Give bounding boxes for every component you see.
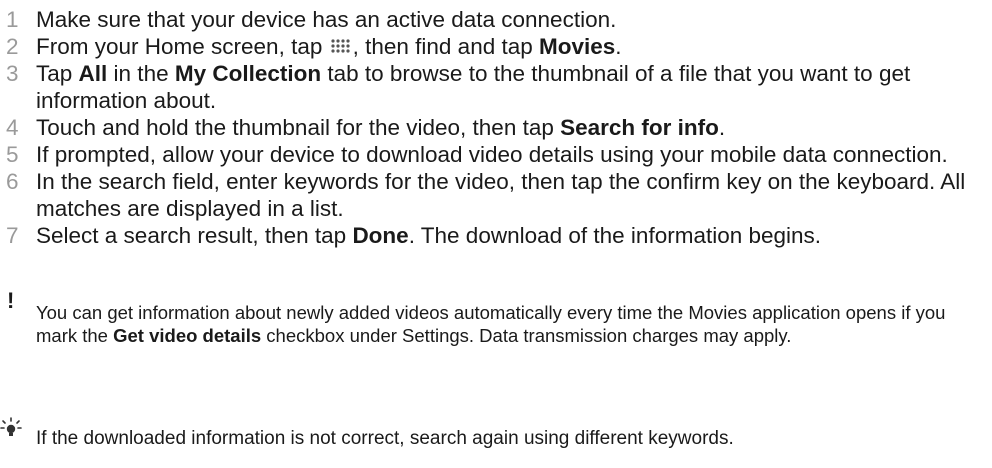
tip-text: If the downloaded information is not cor… <box>36 428 734 449</box>
step-6: 6 In the search field, enter keywords fo… <box>0 168 992 222</box>
step-text: From your Home screen, tap , then find a… <box>36 33 992 60</box>
step-text-part: . <box>615 34 622 59</box>
movies-label: Movies <box>539 34 616 59</box>
step-number: 3 <box>6 61 19 86</box>
step-text: Touch and hold the thumbnail for the vid… <box>36 114 992 141</box>
note-block: ! You can get information about newly ad… <box>0 290 992 347</box>
step-5: 5 If prompted, allow your device to down… <box>0 141 992 168</box>
step-text: Make sure that your device has an active… <box>36 7 617 32</box>
search-for-info-label: Search for info <box>560 115 719 140</box>
step-text-part: Touch and hold the thumbnail for the vid… <box>36 115 561 140</box>
instruction-steps: 1 Make sure that your device has an acti… <box>0 6 992 249</box>
note-text: You can get information about newly adde… <box>36 290 992 347</box>
step-2: 2 From your Home screen, tap , then find… <box>0 33 992 60</box>
tip-block: If the downloaded information is not cor… <box>0 417 992 450</box>
step-text: In the search field, enter keywords for … <box>36 169 966 221</box>
step-number: 1 <box>6 7 19 32</box>
step-number: 7 <box>6 223 19 248</box>
step-text: Tap All in the My Collection tab to brow… <box>36 60 992 114</box>
step-text-part: From your Home screen, tap <box>36 34 329 59</box>
step-number: 6 <box>6 169 19 194</box>
step-text-part: in the <box>107 61 175 86</box>
step-text-part: . The download of the information begins… <box>408 223 822 248</box>
my-collection-label: My Collection <box>174 61 322 86</box>
step-1: 1 Make sure that your device has an acti… <box>0 6 992 33</box>
get-video-details-label: Get video details <box>113 324 262 346</box>
step-number: 5 <box>6 142 19 167</box>
step-3: 3 Tap All in the My Collection tab to br… <box>0 60 992 114</box>
apps-grid-icon <box>331 39 350 53</box>
step-text-part: Select a search result, then tap <box>36 223 353 248</box>
step-4: 4 Touch and hold the thumbnail for the v… <box>0 114 992 141</box>
step-text: Select a search result, then tap Done. T… <box>36 222 992 249</box>
step-text-part: . <box>718 115 726 140</box>
step-number: 4 <box>6 115 19 140</box>
step-7: 7 Select a search result, then tap Done.… <box>0 222 992 249</box>
lightbulb-icon <box>0 417 36 443</box>
step-text-part: , then find and tap <box>352 34 540 59</box>
step-number: 2 <box>6 34 19 59</box>
all-label: All <box>78 61 108 86</box>
step-text: If prompted, allow your device to downlo… <box>36 142 948 167</box>
done-label: Done <box>352 223 409 248</box>
note-text-part: checkbox under Settings. Data transmissi… <box>261 324 792 346</box>
step-text-part: Tap <box>36 61 79 86</box>
exclamation-icon: ! <box>7 288 15 313</box>
